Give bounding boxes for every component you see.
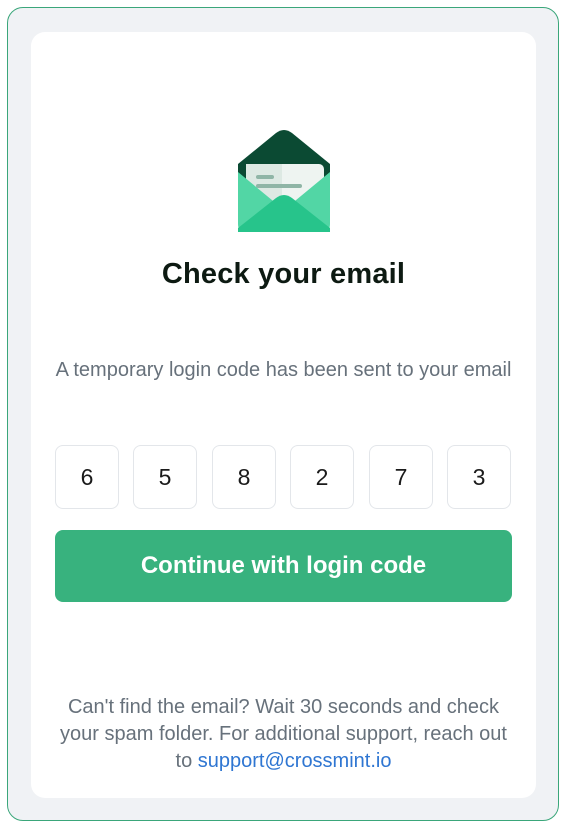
instruction-text: A temporary login code has been sent to … (55, 359, 512, 381)
code-digit-6[interactable]: 3 (447, 445, 511, 509)
code-digit-5[interactable]: 7 (369, 445, 433, 509)
envelope-open-icon (236, 128, 332, 232)
code-digit-4[interactable]: 2 (290, 445, 354, 509)
dialog-card: Check your email A temporary login code … (31, 32, 536, 798)
continue-button[interactable]: Continue with login code (55, 530, 512, 602)
code-digit-2[interactable]: 5 (133, 445, 197, 509)
code-digit-3[interactable]: 8 (212, 445, 276, 509)
code-digit-1[interactable]: 6 (55, 445, 119, 509)
support-email-link[interactable]: support@crossmint.io (198, 750, 392, 772)
page-title: Check your email (161, 258, 406, 290)
login-code-input: 6 5 8 2 7 3 (55, 445, 512, 511)
help-text: Can't find the email? Wait 30 seconds an… (51, 694, 516, 775)
login-code-dialog: Check your email A temporary login code … (7, 7, 559, 821)
